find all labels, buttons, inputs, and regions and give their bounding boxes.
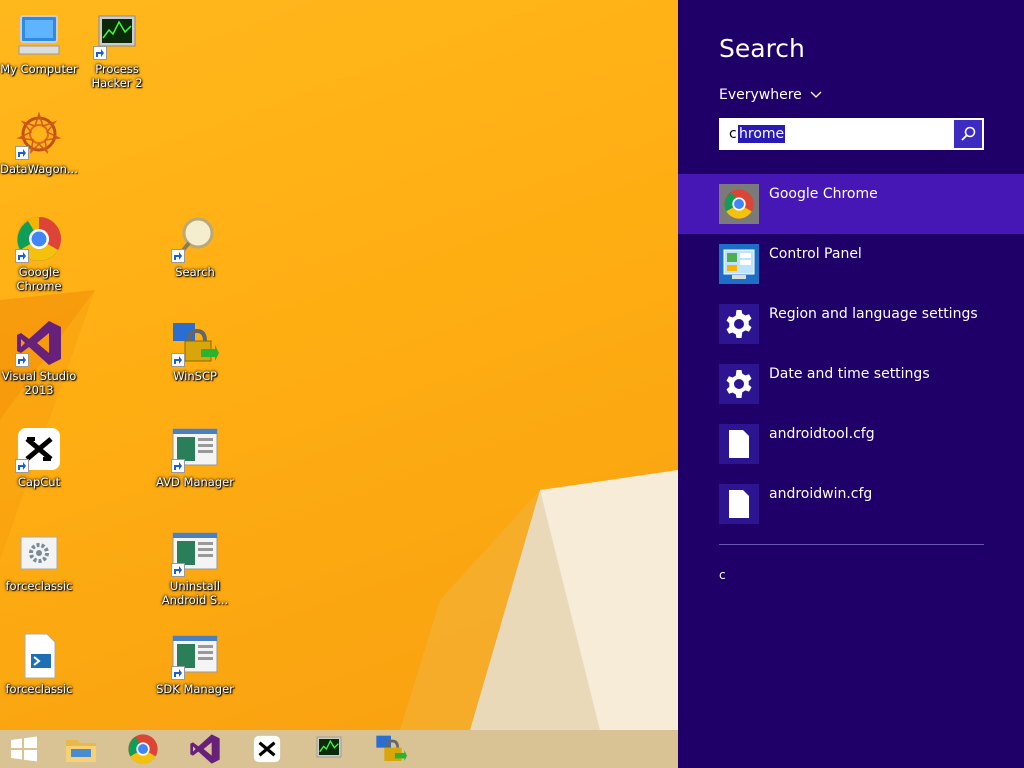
taskbar-file-explorer[interactable]	[64, 732, 98, 766]
taskbar-chrome[interactable]	[126, 732, 160, 766]
shortcut-arrow-icon	[15, 146, 29, 160]
taskbar-winscp[interactable]	[374, 732, 408, 766]
search-result-google-chrome[interactable]: Google Chrome	[678, 174, 1024, 234]
wallpaper-shapes	[0, 290, 678, 730]
desktop-icon-label: Uninstall Android S...	[161, 579, 229, 607]
file-icon	[719, 424, 759, 464]
search-scope-dropdown[interactable]: Everywhere	[719, 87, 822, 103]
gear-icon	[719, 364, 759, 404]
shortcut-arrow-icon	[171, 353, 185, 367]
winscp-icon	[171, 319, 219, 367]
datawagon-icon	[15, 111, 63, 160]
search-result-androidwin-cfg[interactable]: androidwin.cfg	[678, 474, 1024, 534]
file-explorer-icon	[66, 740, 96, 762]
shortcut-arrow-icon	[93, 46, 107, 60]
desktop-icon-datawagon[interactable]: DataWagon...	[0, 111, 78, 176]
desktop-icon-forceclassic-2[interactable]: forceclassic	[0, 632, 78, 696]
process-hacker-icon	[316, 736, 342, 758]
chrome-icon	[15, 215, 63, 263]
shortcut-arrow-icon	[171, 459, 185, 473]
search-input-text-first: c	[729, 126, 737, 142]
gear-icon	[719, 304, 759, 344]
search-suggestion[interactable]: c	[719, 568, 726, 582]
search-result-label: Control Panel	[769, 246, 862, 262]
taskbar	[0, 730, 678, 768]
app-window-icon	[171, 632, 219, 680]
search-result-region-language[interactable]: Region and language settings	[678, 294, 1024, 354]
search-result-label: androidwin.cfg	[769, 486, 873, 502]
process-hacker-icon	[93, 12, 141, 60]
shortcut-arrow-icon	[15, 459, 29, 473]
taskbar-visual-studio[interactable]	[188, 732, 222, 766]
search-input-selected-text: hrome	[738, 125, 786, 143]
chevron-down-icon	[810, 91, 822, 98]
magnifier-icon	[171, 215, 219, 263]
desktop-icon-label: DataWagon...	[0, 162, 78, 176]
desktop-icon-my-computer[interactable]: My Computer	[0, 12, 78, 76]
search-result-androidtool-cfg[interactable]: androidtool.cfg	[678, 414, 1024, 474]
capcut-icon	[15, 425, 63, 473]
settings-file-icon	[15, 529, 63, 577]
chrome-icon	[128, 734, 158, 764]
search-result-label: Date and time settings	[769, 366, 930, 382]
shortcut-arrow-icon	[15, 353, 29, 367]
search-result-label: androidtool.cfg	[769, 426, 875, 442]
search-icon	[961, 126, 976, 141]
results-divider	[719, 544, 984, 545]
desktop-icon-search[interactable]: Search	[156, 215, 234, 279]
desktop-icon-label: WinSCP	[173, 369, 217, 383]
desktop-icon-label: forceclassic	[5, 579, 73, 593]
visual-studio-icon	[15, 319, 63, 367]
desktop-icon-winscp[interactable]: WinSCP	[156, 319, 234, 383]
shortcut-arrow-icon	[15, 249, 29, 263]
shortcut-arrow-icon	[171, 666, 185, 680]
chrome-icon	[719, 184, 759, 224]
desktop-icon-forceclassic-1[interactable]: forceclassic	[0, 529, 78, 593]
computer-icon	[15, 12, 63, 60]
desktop-icon-process-hacker[interactable]: Process Hacker 2	[78, 12, 156, 90]
search-charm-panel: Search Everywhere c hrome Google Chrome …	[678, 0, 1024, 768]
search-result-control-panel[interactable]: Control Panel	[678, 234, 1024, 294]
desktop-icon-label: CapCut	[17, 475, 61, 489]
desktop-icon-uninstall-android[interactable]: Uninstall Android S...	[156, 529, 234, 607]
app-window-icon	[171, 529, 219, 577]
desktop-icon-capcut[interactable]: CapCut	[0, 425, 78, 489]
search-result-label: Google Chrome	[769, 186, 878, 202]
desktop-icon-label: SDK Manager	[156, 682, 234, 696]
desktop-icon-label: AVD Manager	[156, 475, 234, 489]
capcut-icon	[253, 735, 281, 763]
desktop-icon-label: Visual Studio 2013	[1, 369, 77, 397]
search-result-date-time[interactable]: Date and time settings	[678, 354, 1024, 414]
search-submit-button[interactable]	[954, 120, 982, 148]
desktop-icon-label: forceclassic	[5, 682, 73, 696]
search-result-label: Region and language settings	[769, 306, 978, 322]
start-icon	[11, 736, 37, 762]
desktop-icon-google-chrome[interactable]: Google Chrome	[0, 215, 78, 293]
search-results-list: Google Chrome Control Panel Region and l…	[678, 174, 1024, 534]
desktop-icon-label: Process Hacker 2	[91, 62, 143, 90]
shortcut-arrow-icon	[171, 249, 185, 263]
app-window-icon	[171, 425, 219, 473]
file-icon	[719, 484, 759, 524]
desktop: My Computer DataWagon... Google Chrome V…	[0, 0, 678, 730]
search-scope-label: Everywhere	[719, 87, 802, 103]
taskbar-process-hacker[interactable]	[312, 732, 346, 766]
desktop-icon-label: My Computer	[0, 62, 78, 76]
visual-studio-icon	[190, 734, 220, 764]
desktop-icon-label: Search	[175, 265, 215, 279]
shortcut-arrow-icon	[171, 563, 185, 577]
start-button[interactable]	[7, 732, 41, 766]
winscp-icon	[376, 735, 407, 761]
desktop-icon-label: Google Chrome	[16, 265, 62, 293]
search-charm-title: Search	[719, 34, 805, 63]
script-file-icon	[15, 632, 63, 680]
desktop-icon-sdk-manager[interactable]: SDK Manager	[156, 632, 234, 696]
desktop-icon-avd-manager[interactable]: AVD Manager	[156, 425, 234, 489]
control-panel-icon	[719, 244, 759, 284]
desktop-icon-visual-studio[interactable]: Visual Studio 2013	[0, 319, 78, 397]
search-box: c hrome	[719, 118, 984, 150]
taskbar-capcut[interactable]	[250, 732, 284, 766]
